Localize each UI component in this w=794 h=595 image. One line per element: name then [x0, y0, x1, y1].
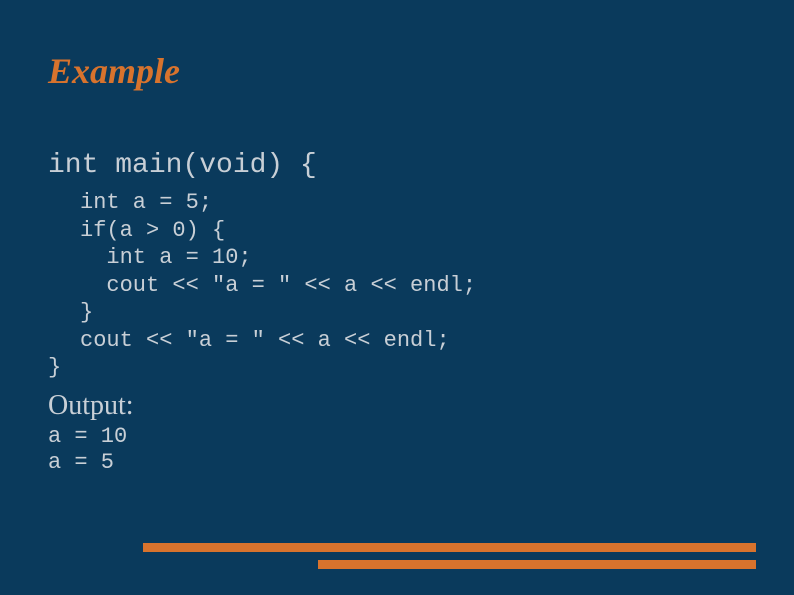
code-signature: int main(void) {	[48, 150, 746, 181]
output-label: Output:	[48, 390, 746, 422]
accent-bar-bottom	[318, 560, 756, 569]
code-body: int a = 5; if(a > 0) { int a = 10; cout …	[80, 189, 746, 354]
output-body: a = 10 a = 5	[48, 424, 746, 477]
accent-bar-top	[143, 543, 756, 552]
code-close: }	[48, 354, 746, 382]
slide-content: Example int main(void) { int a = 5; if(a…	[0, 0, 794, 476]
footer-decoration	[48, 543, 756, 569]
slide-title: Example	[48, 50, 746, 92]
